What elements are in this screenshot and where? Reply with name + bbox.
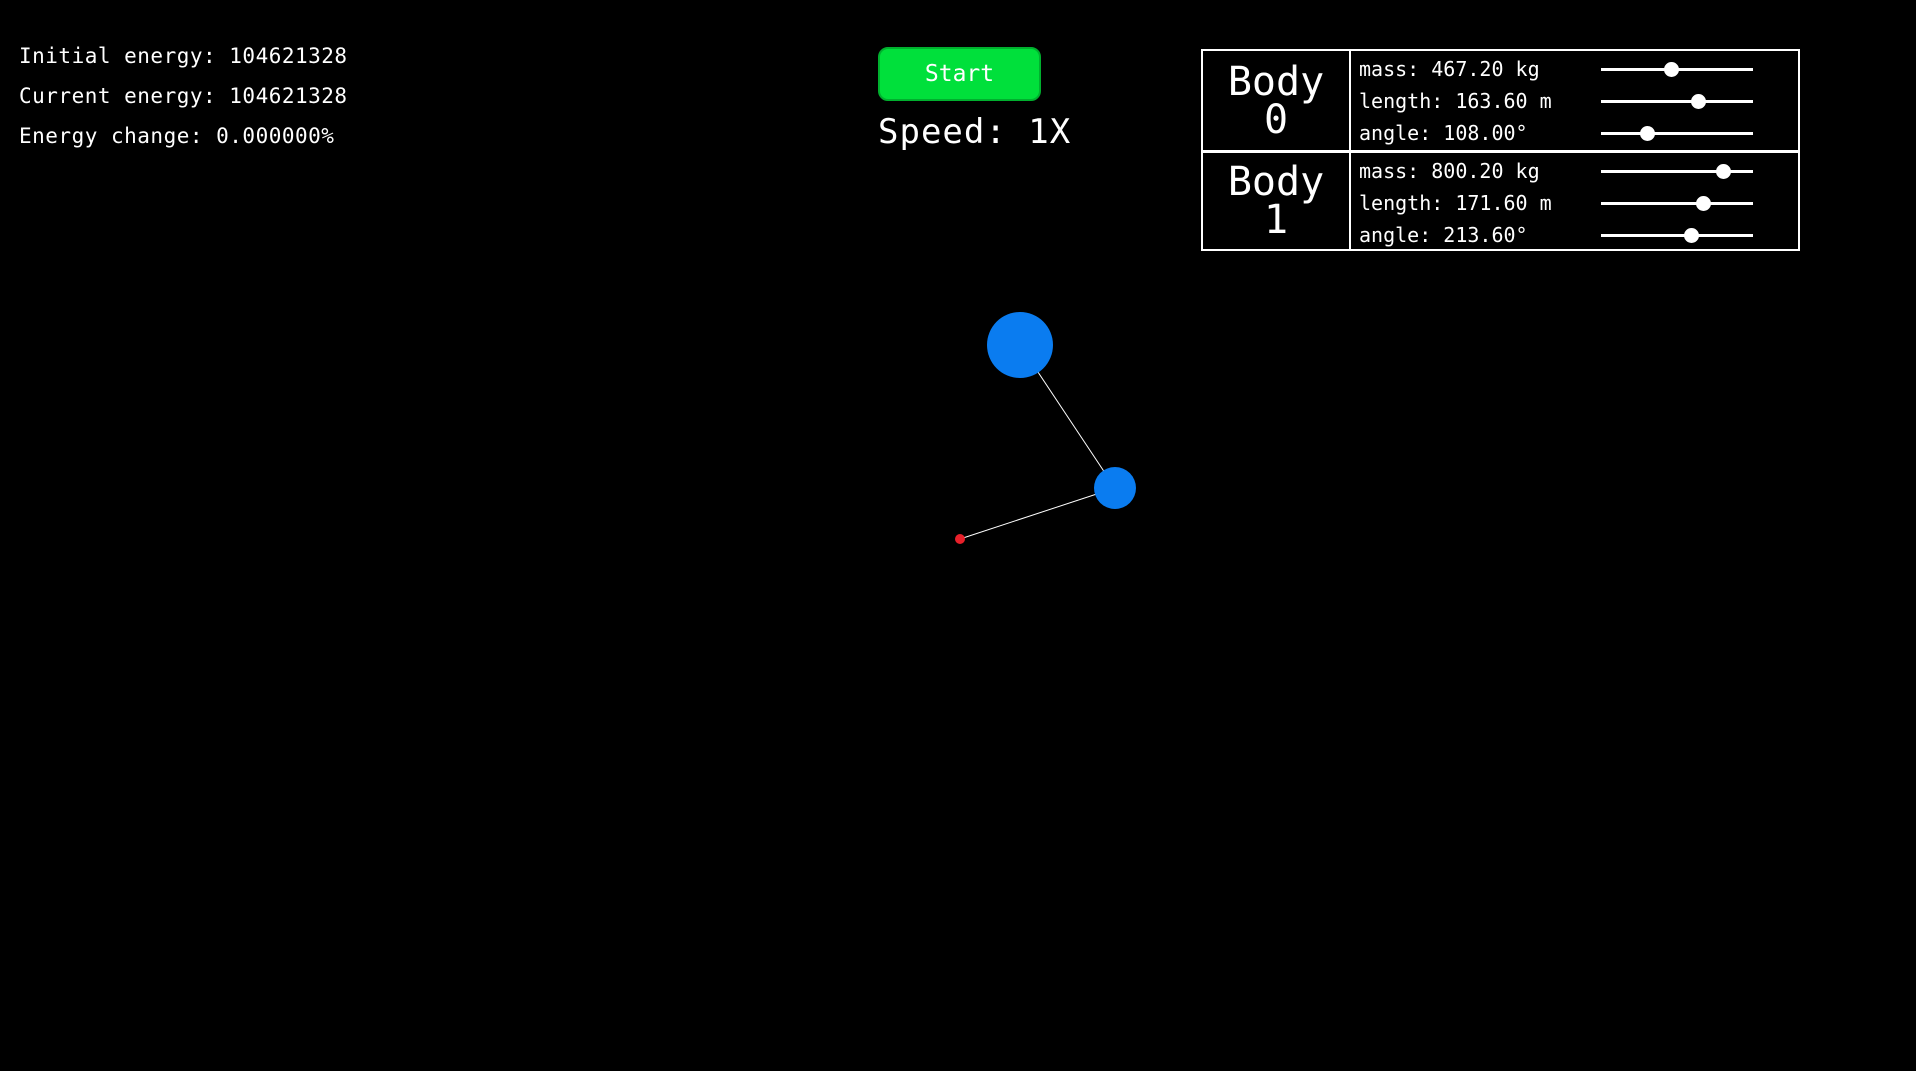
body-0-length-slider[interactable] xyxy=(1601,94,1753,109)
body-0-mass-label: mass: 467.20 kg xyxy=(1359,57,1540,81)
body-1-angle-label: angle: 213.60° xyxy=(1359,223,1528,247)
body-1-mass-label: mass: 800.20 kg xyxy=(1359,159,1540,183)
slider-thumb[interactable] xyxy=(1715,164,1731,179)
body-1-name-line2: 1 xyxy=(1263,197,1289,243)
body-1-name-line1: Body xyxy=(1227,159,1325,205)
body-1-params: mass: 800.20 kg length: 171.60 m angle: … xyxy=(1351,153,1798,249)
body-0-name: Body 0 xyxy=(1203,51,1351,150)
pivot-body[interactable] xyxy=(987,312,1053,378)
slider-thumb[interactable] xyxy=(1639,126,1655,141)
speed-label: Speed: 1X xyxy=(878,112,1072,152)
body-0-angle: angle: 108.00° xyxy=(1351,117,1798,149)
slider-thumb[interactable] xyxy=(1683,228,1699,243)
body-1-length-slider[interactable] xyxy=(1601,196,1753,211)
rod-1 xyxy=(959,487,1116,540)
body-1-angle: angle: 213.60° xyxy=(1351,219,1798,251)
body-row-0: Body 0 mass: 467.20 kg length: 163.60 m xyxy=(1203,51,1798,150)
slider-thumb[interactable] xyxy=(1663,62,1679,77)
energy-change: Energy change: 0.000000% xyxy=(19,124,335,148)
body-0-mass-slider[interactable] xyxy=(1601,62,1753,77)
body-1-tip[interactable] xyxy=(955,534,965,544)
body-0-length-label: length: 163.60 m xyxy=(1359,89,1552,113)
simulation-stage: Initial energy: 104621328 Current energy… xyxy=(0,0,1916,1071)
current-energy: Current energy: 104621328 xyxy=(19,84,348,108)
energy-readout: Initial energy: 104621328 Current energy… xyxy=(19,36,348,156)
body-1-name: Body 1 xyxy=(1203,153,1351,249)
body-0-bob[interactable] xyxy=(1094,467,1136,509)
body-0-angle-label: angle: 108.00° xyxy=(1359,121,1528,145)
body-0-params: mass: 467.20 kg length: 163.60 m angle: … xyxy=(1351,51,1798,150)
body-row-1: Body 1 mass: 800.20 kg length: 171.60 m xyxy=(1203,150,1798,249)
bodies-panel: Body 0 mass: 467.20 kg length: 163.60 m xyxy=(1201,49,1800,251)
initial-energy: Initial energy: 104621328 xyxy=(19,44,348,68)
body-1-length-label: length: 171.60 m xyxy=(1359,191,1552,215)
body-0-length: length: 163.60 m xyxy=(1351,85,1798,117)
body-1-mass: mass: 800.20 kg xyxy=(1351,155,1798,187)
body-0-mass: mass: 467.20 kg xyxy=(1351,53,1798,85)
body-1-mass-slider[interactable] xyxy=(1601,164,1753,179)
slider-thumb[interactable] xyxy=(1691,94,1707,109)
start-button[interactable]: Start xyxy=(878,47,1041,101)
body-0-name-line2: 0 xyxy=(1263,96,1289,143)
body-0-name-line1: Body xyxy=(1227,58,1325,105)
slider-thumb[interactable] xyxy=(1695,196,1711,211)
body-1-length: length: 171.60 m xyxy=(1351,187,1798,219)
body-0-angle-slider[interactable] xyxy=(1601,126,1753,141)
body-1-angle-slider[interactable] xyxy=(1601,228,1753,243)
